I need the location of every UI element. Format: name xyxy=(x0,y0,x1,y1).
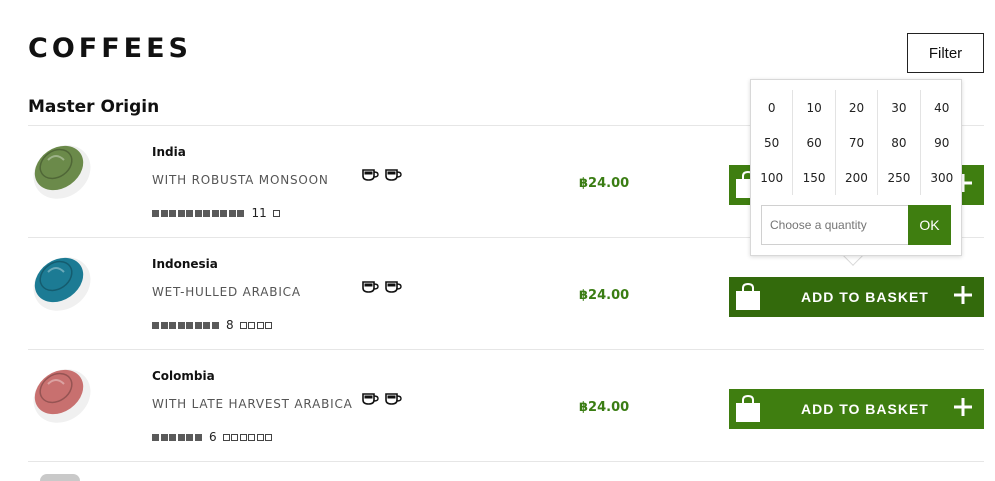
intensity-square-empty xyxy=(222,433,230,441)
intensity-square-filled xyxy=(194,209,202,217)
quantity-grid: 0 10 20 30 40 50 60 70 80 90 100 150 200 250 300 xyxy=(751,90,963,195)
intensity-square-empty xyxy=(265,321,273,329)
filter-button[interactable]: Filter xyxy=(907,33,984,73)
product-description: WET-HULLED ARABICA xyxy=(152,285,301,299)
product-name[interactable]: India xyxy=(152,145,186,159)
shopping-bag-icon xyxy=(735,282,761,315)
quantity-option[interactable]: 80 xyxy=(878,125,921,160)
cup-sizes xyxy=(362,166,402,185)
quantity-option[interactable]: 30 xyxy=(878,90,921,125)
intensity-square-empty xyxy=(231,433,239,441)
capsule-image xyxy=(26,362,96,423)
intensity-square-filled xyxy=(237,209,244,217)
quantity-option[interactable]: 300 xyxy=(921,160,963,195)
intensity-square-empty xyxy=(239,321,247,329)
page-title: COFFEES xyxy=(28,33,192,64)
add-to-basket-label: ADD TO BASKET xyxy=(801,289,929,305)
quantity-option[interactable]: 250 xyxy=(878,160,921,195)
add-to-basket-label: ADD TO BASKET xyxy=(801,401,929,417)
intensity-square-filled xyxy=(194,433,202,441)
quantity-option[interactable]: 150 xyxy=(793,160,836,195)
intensity-square-filled xyxy=(152,433,159,441)
intensity-square-filled xyxy=(177,321,185,329)
quantity-option[interactable]: 10 xyxy=(793,90,836,125)
intensity-square-filled xyxy=(220,209,227,217)
add-to-basket-button[interactable]: ADD TO BASKET xyxy=(729,277,984,317)
espresso-cup-icon xyxy=(362,166,379,185)
intensity-square-filled xyxy=(203,209,210,217)
cup-sizes xyxy=(362,278,402,297)
quantity-popover: 010203040 5060708090 100150200250300 OK xyxy=(750,79,962,256)
product-description: WITH LATE HARVEST ARABICA xyxy=(152,397,353,411)
plus-icon xyxy=(953,285,973,309)
capsule-image xyxy=(26,250,96,311)
quantity-option[interactable]: 100 xyxy=(751,160,794,195)
intensity-square-empty xyxy=(256,321,264,329)
shopping-bag-icon xyxy=(735,394,761,427)
espresso-cup-icon xyxy=(385,390,402,409)
intensity-scale: 6 xyxy=(152,430,274,444)
intensity-square-filled xyxy=(186,321,193,329)
intensity-square-filled xyxy=(177,209,185,217)
intensity-square-filled xyxy=(160,321,168,329)
quantity-option[interactable]: 50 xyxy=(751,125,794,160)
intensity-square-filled xyxy=(152,321,159,329)
intensity-square-filled xyxy=(186,209,193,217)
intensity-square-filled xyxy=(177,433,185,441)
intensity-square-empty xyxy=(248,433,256,441)
quantity-option[interactable]: 0 xyxy=(751,90,794,125)
espresso-cup-icon xyxy=(385,166,402,185)
intensity-scale: 11 xyxy=(152,206,281,220)
intensity-square-empty xyxy=(248,321,256,329)
product-price: ฿24.00 xyxy=(579,400,630,415)
capsule-image-partial xyxy=(40,474,80,481)
intensity-square-filled xyxy=(169,209,176,217)
intensity-square-filled xyxy=(169,433,176,441)
quantity-option[interactable]: 40 xyxy=(921,90,963,125)
section-title: Master Origin xyxy=(28,97,160,117)
intensity-square-filled xyxy=(211,321,219,329)
intensity-square-empty xyxy=(239,433,247,441)
intensity-square-filled xyxy=(186,433,193,441)
quantity-option[interactable]: 20 xyxy=(836,90,879,125)
intensity-square-filled xyxy=(203,321,210,329)
ok-button[interactable]: OK xyxy=(908,205,951,245)
espresso-cup-icon xyxy=(385,278,402,297)
intensity-square-filled xyxy=(228,209,236,217)
quantity-option[interactable]: 60 xyxy=(793,125,836,160)
espresso-cup-icon xyxy=(362,278,379,297)
quantity-option[interactable]: 90 xyxy=(921,125,963,160)
intensity-square-filled xyxy=(211,209,219,217)
product-name[interactable]: Colombia xyxy=(152,369,215,383)
intensity-value: 6 xyxy=(209,430,217,444)
intensity-square-empty xyxy=(265,433,273,441)
intensity-value: 8 xyxy=(226,318,234,332)
intensity-square-empty xyxy=(272,209,280,217)
intensity-square-filled xyxy=(160,433,168,441)
espresso-cup-icon xyxy=(362,390,379,409)
plus-icon xyxy=(953,397,973,421)
quantity-input[interactable] xyxy=(761,205,908,245)
intensity-square-filled xyxy=(160,209,168,217)
capsule-image xyxy=(26,138,96,199)
product-row: Colombia WITH LATE HARVEST ARABICA 6 ฿24.00… xyxy=(0,350,995,462)
product-description: WITH ROBUSTA MONSOON xyxy=(152,173,329,187)
intensity-value: 11 xyxy=(251,206,267,220)
intensity-square-filled xyxy=(194,321,202,329)
intensity-square-filled xyxy=(152,209,159,217)
cup-sizes xyxy=(362,390,402,409)
intensity-square-empty xyxy=(256,433,264,441)
intensity-square-filled xyxy=(169,321,176,329)
quantity-option[interactable]: 200 xyxy=(836,160,879,195)
intensity-scale: 8 xyxy=(152,318,274,332)
product-price: ฿24.00 xyxy=(579,288,630,303)
add-to-basket-button[interactable]: ADD TO BASKET xyxy=(729,389,984,429)
quantity-option[interactable]: 70 xyxy=(836,125,879,160)
product-price: ฿24.00 xyxy=(579,176,630,191)
product-name[interactable]: Indonesia xyxy=(152,257,218,271)
